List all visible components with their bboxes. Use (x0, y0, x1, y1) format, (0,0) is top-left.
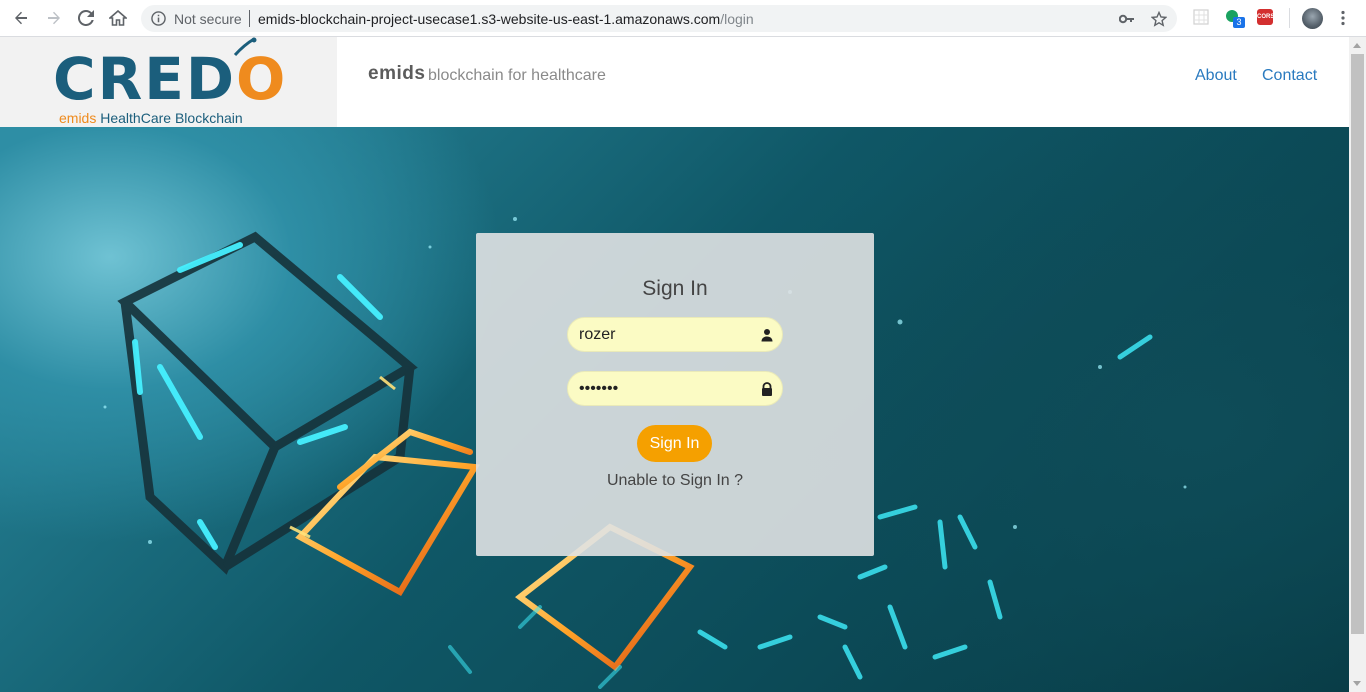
profile-avatar[interactable] (1302, 8, 1323, 29)
menu-icon[interactable] (1335, 10, 1351, 31)
scroll-up-icon[interactable] (1353, 43, 1361, 48)
sign-in-title: Sign In (642, 277, 708, 300)
forward-button[interactable] (42, 7, 66, 29)
logo-tagline-text: HealthCare Blockchain (100, 110, 243, 126)
scroll-thumb[interactable] (1351, 54, 1364, 634)
security-status: Not secure (174, 11, 242, 27)
logo-tagline-prefix: emids (59, 110, 97, 126)
logo-swoosh-icon (233, 37, 257, 57)
password-input[interactable] (579, 378, 749, 400)
extension-grid-icon[interactable] (1193, 9, 1209, 25)
username-field[interactable] (567, 317, 783, 352)
info-icon[interactable] (151, 11, 166, 26)
unable-to-sign-in-link[interactable]: Unable to Sign In ? (476, 472, 874, 490)
nav-about-link[interactable]: About (1195, 67, 1237, 85)
brand-name: emids (368, 63, 426, 84)
user-icon (761, 329, 773, 342)
home-icon (109, 10, 127, 26)
address-bar[interactable]: Not secure emids-blockchain-project-usec… (141, 5, 1177, 32)
star-icon[interactable] (1150, 10, 1168, 28)
key-icon[interactable] (1118, 10, 1136, 28)
username-input[interactable] (579, 324, 749, 346)
sign-in-card: Sign In Sign In Unable to Sign In ? (476, 233, 874, 556)
home-button[interactable] (106, 7, 130, 29)
brand-tagline: blockchain for healthcare (428, 67, 606, 84)
logo-tagline: emids HealthCare Blockchain (59, 110, 243, 126)
extension-badge: 3 (1233, 17, 1245, 28)
sign-in-button[interactable]: Sign In (637, 425, 712, 462)
arrow-right-icon (48, 11, 60, 25)
url-text[interactable]: emids-blockchain-project-usecase1.s3-web… (258, 11, 754, 27)
toolbar-divider (1289, 8, 1290, 28)
reload-icon (78, 10, 94, 26)
url-host: emids-blockchain-project-usecase1.s3-web… (258, 11, 721, 27)
url-path: /login (720, 11, 754, 27)
password-field[interactable] (567, 371, 783, 406)
browser-toolbar: Not secure emids-blockchain-project-usec… (0, 0, 1366, 37)
site-header: CREDO emids HealthCare Blockchain emids … (0, 37, 1349, 127)
cors-extension-icon[interactable]: CORS (1257, 9, 1274, 25)
page-scrollbar[interactable] (1349, 37, 1366, 692)
extension-green-icon[interactable]: 3 (1225, 9, 1245, 28)
lock-icon (762, 382, 772, 396)
credo-logo[interactable]: CREDO emids HealthCare Blockchain (0, 37, 337, 127)
reload-button[interactable] (74, 7, 98, 29)
nav-contact-link[interactable]: Contact (1262, 67, 1317, 85)
back-button[interactable] (9, 7, 33, 29)
address-divider (249, 10, 250, 27)
scroll-down-icon[interactable] (1353, 681, 1361, 686)
logo-text: CRED (53, 45, 236, 113)
arrow-left-icon (15, 11, 27, 25)
